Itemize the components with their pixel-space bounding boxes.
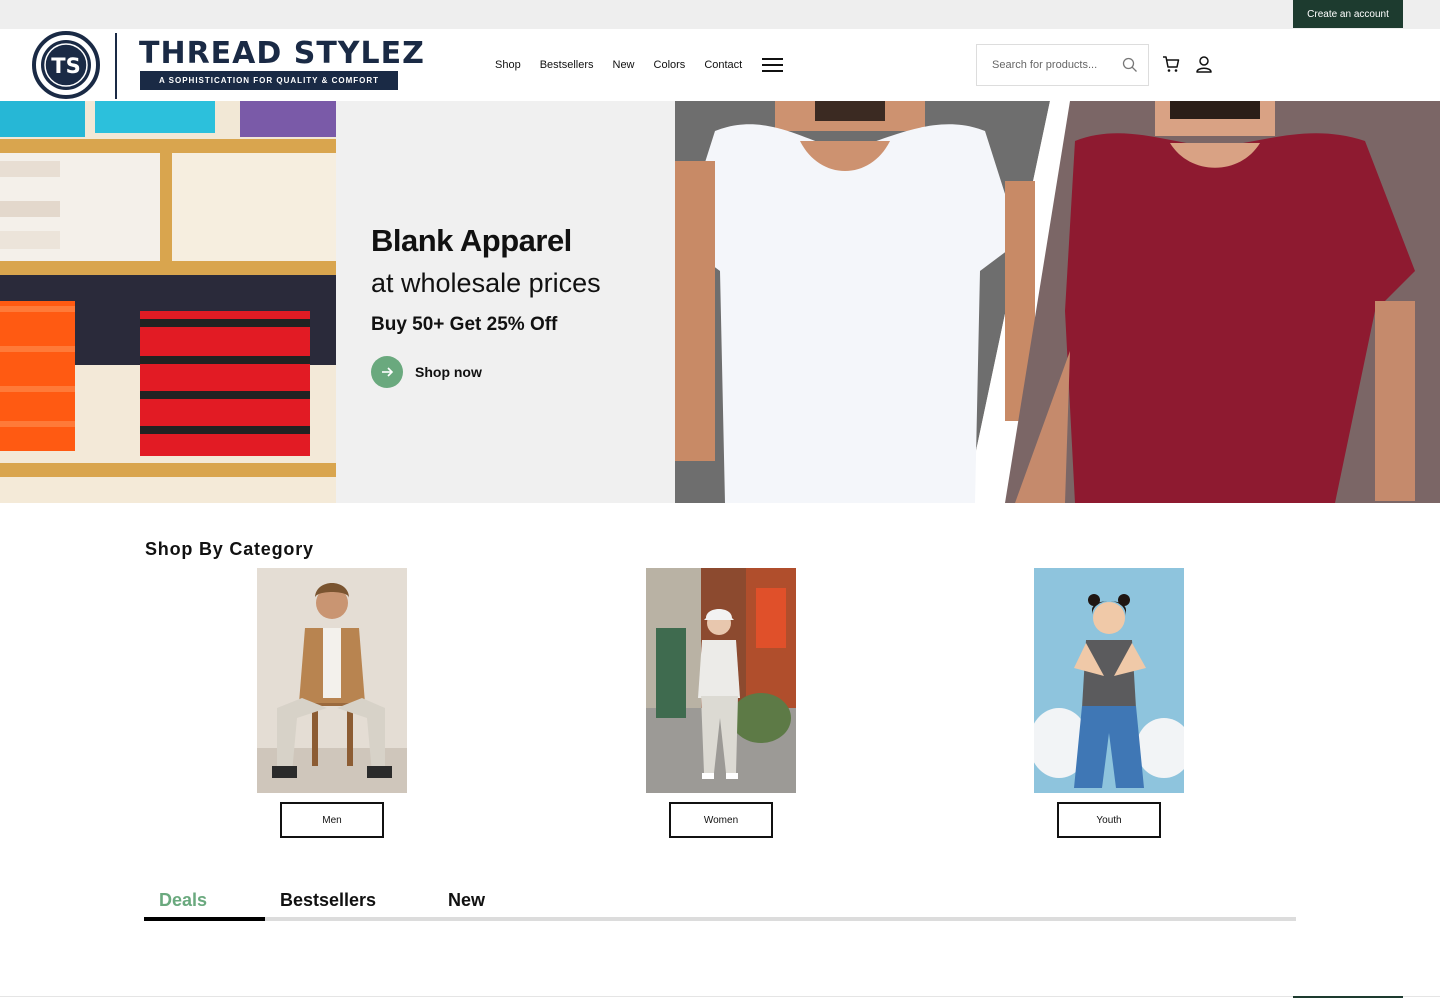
hero-title: Blank Apparel: [371, 223, 572, 258]
main-nav: Shop Bestsellers New Colors Contact: [495, 29, 784, 101]
category-image-youth[interactable]: [1029, 568, 1192, 793]
logo-divider: [115, 33, 117, 99]
hero-models-image: [675, 101, 1440, 503]
hero-banner: Blank Apparel at wholesale prices Buy 50…: [0, 101, 1440, 503]
category-image-men[interactable]: [257, 568, 407, 793]
category-card-men: Men: [257, 568, 407, 838]
tab-new[interactable]: New: [448, 890, 485, 911]
site-header: TS THREAD STYLEZ A SOPHISTICATION FOR QU…: [0, 29, 1440, 101]
hero-subtitle: at wholesale prices: [371, 268, 601, 298]
category-image-women[interactable]: [646, 568, 796, 793]
logo-monogram-text: TS: [51, 54, 80, 78]
bottom-divider: [0, 996, 1440, 997]
category-button-women[interactable]: Women: [669, 802, 773, 838]
tabs-track: [144, 917, 1296, 921]
user-icon[interactable]: [1195, 55, 1213, 73]
product-tabs: Deals Bestsellers New: [144, 882, 1296, 924]
hamburger-icon[interactable]: [762, 58, 784, 72]
tab-bestsellers[interactable]: Bestsellers: [280, 890, 376, 911]
category-button-youth[interactable]: Youth: [1057, 802, 1161, 838]
search-box: [976, 44, 1149, 86]
hero-shelf-image: [0, 101, 336, 503]
category-heading: Shop By Category: [145, 539, 314, 559]
nav-shop[interactable]: Shop: [495, 59, 521, 71]
logo-monogram: TS: [32, 31, 100, 99]
logo-wordmark: THREAD STYLEZ: [139, 36, 425, 71]
shop-now-button[interactable]: Shop now: [371, 356, 482, 388]
arrow-right-icon: [371, 356, 403, 388]
category-card-women: Women: [646, 568, 796, 838]
nav-colors[interactable]: Colors: [654, 59, 686, 71]
hero-text-panel: Blank Apparel at wholesale prices Buy 50…: [336, 101, 675, 503]
nav-bestsellers[interactable]: Bestsellers: [540, 59, 594, 71]
nav-new[interactable]: New: [613, 59, 635, 71]
search-input[interactable]: [977, 45, 1117, 85]
nav-contact[interactable]: Contact: [704, 59, 742, 71]
category-button-men[interactable]: Men: [280, 802, 384, 838]
logo-tagline: A SOPHISTICATION FOR QUALITY & COMFORT: [140, 71, 398, 90]
hero-offer: Buy 50+ Get 25% Off: [371, 314, 558, 335]
tab-deals[interactable]: Deals: [159, 890, 207, 911]
search-icon[interactable]: [1122, 57, 1138, 73]
cart-icon[interactable]: [1162, 55, 1180, 73]
create-account-button[interactable]: Create an account: [1293, 0, 1403, 28]
site-logo[interactable]: TS THREAD STYLEZ A SOPHISTICATION FOR QU…: [32, 31, 424, 99]
category-card-youth: Youth: [1029, 568, 1192, 838]
shop-now-label: Shop now: [415, 364, 482, 380]
active-tab-underline: [144, 917, 265, 921]
top-utility-bar: Create an account: [0, 0, 1440, 29]
